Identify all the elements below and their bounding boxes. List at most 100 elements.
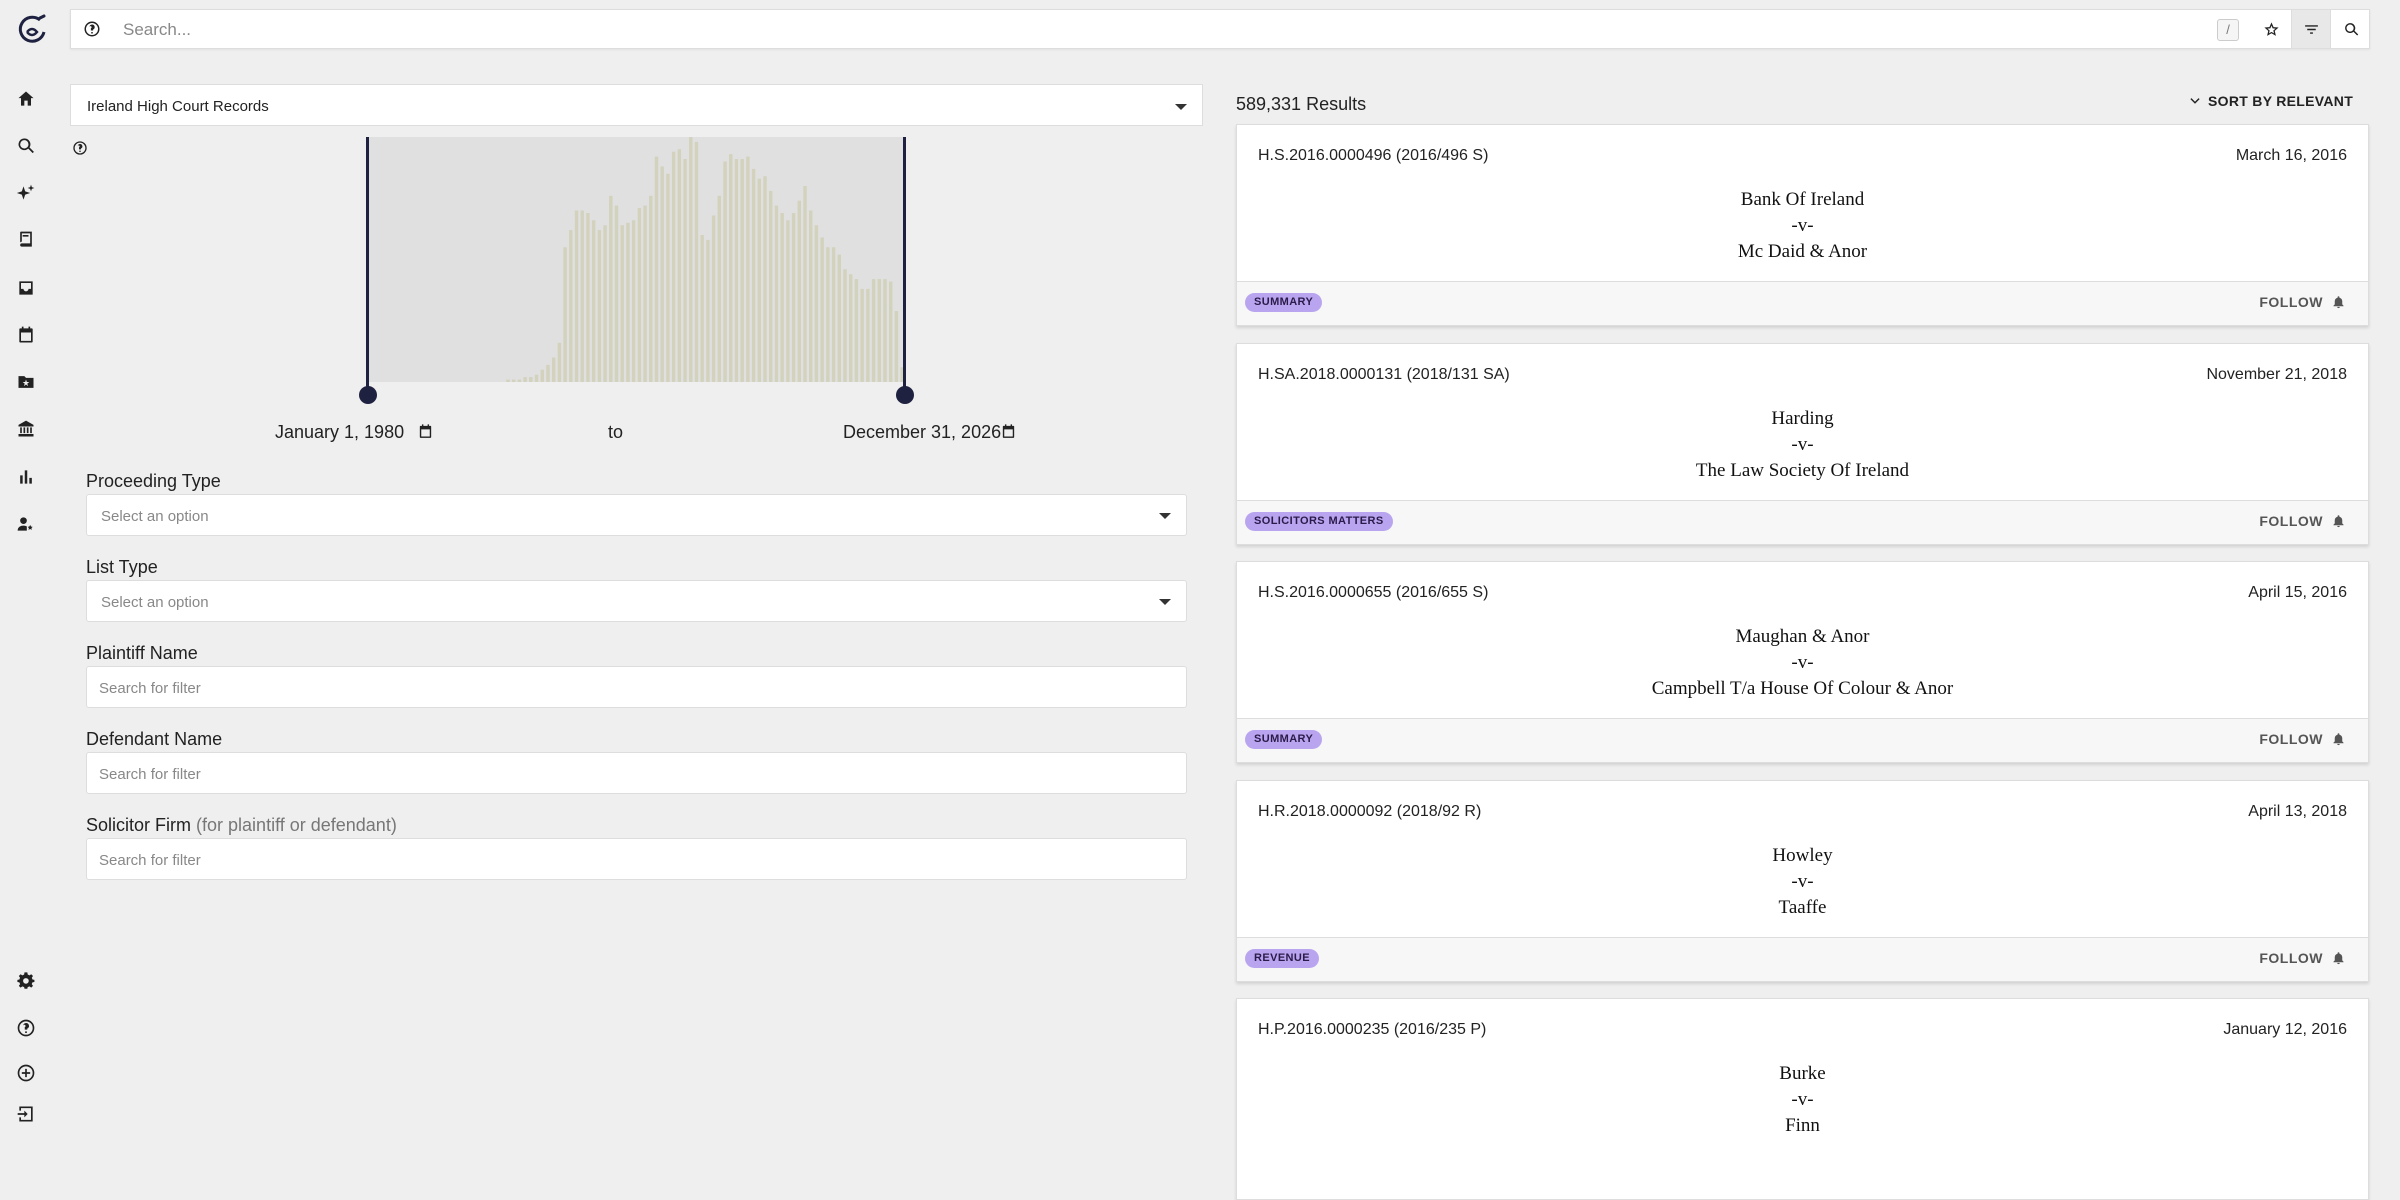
settings-gear-icon[interactable]	[14, 969, 38, 993]
result-card[interactable]: H.P.2016.0000235 (2016/235 P) January 12,…	[1236, 998, 2369, 1200]
case-type-badge: SUMMARY	[1245, 293, 1323, 312]
list-type-placeholder: Select an option	[101, 594, 209, 611]
versus-label: -v-	[1791, 652, 1814, 673]
histogram-bar	[574, 210, 579, 382]
histogram-bar	[889, 281, 893, 382]
case-parties: Harding -v- The Law Society Of Ireland	[1237, 406, 2368, 484]
histogram-bar	[843, 269, 847, 382]
histogram-bar	[511, 379, 516, 382]
versus-label: -v-	[1791, 215, 1814, 236]
plaintiff-name: Burke	[1779, 1063, 1826, 1084]
case-type-badge: REVENUE	[1245, 949, 1319, 968]
plaintiff-name: Maughan & Anor	[1735, 626, 1870, 647]
analytics-chart-icon[interactable]	[14, 465, 38, 489]
star-icon	[2263, 21, 2279, 36]
histogram-bar	[626, 222, 630, 382]
inbox-icon[interactable]	[14, 276, 38, 300]
result-card[interactable]: H.S.2016.0000496 (2016/496 S) March 16, 2…	[1236, 124, 2369, 326]
date-to-calendar-icon[interactable]	[1000, 423, 1017, 440]
case-date: January 12, 2016	[2223, 1021, 2347, 1038]
list-type-select[interactable]: Select an option	[86, 580, 1187, 622]
histogram-bar	[694, 141, 699, 382]
case-type-badge: SUMMARY	[1245, 730, 1323, 749]
histogram-bar	[631, 220, 636, 382]
calendar-icon[interactable]	[14, 323, 38, 347]
histogram-bar	[877, 279, 882, 382]
date-from-input[interactable]: January 1, 1980	[275, 422, 404, 443]
solicitor-firm-label-text: Solicitor Firm	[86, 815, 192, 835]
date-from-calendar-icon[interactable]	[417, 423, 434, 440]
defendant-name-field	[86, 752, 1187, 794]
bell-icon	[2333, 952, 2344, 965]
histogram-bar	[711, 215, 716, 382]
search-help-icon[interactable]	[83, 20, 101, 38]
home-icon[interactable]	[14, 87, 38, 111]
bell-icon	[2333, 733, 2344, 746]
histogram-bar	[683, 159, 687, 382]
search-submit-button[interactable]	[2331, 10, 2371, 48]
card-footer: SOLICITORS MATTERS FOLLOW	[1237, 500, 2368, 544]
sidebar	[0, 0, 52, 1140]
date-to-input[interactable]: December 31, 2026	[843, 422, 1001, 443]
global-search-input[interactable]	[123, 16, 2273, 44]
user-admin-icon[interactable]	[14, 512, 38, 536]
date-range-end-handle[interactable]	[896, 386, 914, 404]
case-reference: H.SA.2018.0000131 (2018/131 SA)	[1258, 366, 1510, 383]
defendant-name: Campbell T/a House Of Colour & Anor	[1651, 678, 1954, 699]
defendant-name: Mc Daid & Anor	[1737, 241, 1868, 262]
versus-label: -v-	[1791, 1089, 1814, 1110]
plaintiff-name-input[interactable]	[99, 675, 1159, 701]
date-range-start-handle[interactable]	[359, 386, 377, 404]
defendant-name-input[interactable]	[99, 761, 1159, 787]
follow-label: FOLLOW	[2259, 950, 2323, 966]
solicitor-firm-label: Solicitor Firm (for plaintiff or defenda…	[86, 815, 397, 836]
filter-toggle-button[interactable]	[2291, 10, 2331, 48]
saved-folder-icon[interactable]	[14, 370, 38, 394]
defendant-name: The Law Society Of Ireland	[1695, 460, 1910, 481]
chevron-down-icon	[1159, 599, 1171, 605]
results-count: 589,331 Results	[1236, 94, 1367, 114]
sort-button[interactable]: SORT BY RELEVANT	[2188, 93, 2354, 113]
follow-button[interactable]: FOLLOW	[2259, 950, 2346, 966]
court-selector-value: Ireland High Court Records	[87, 98, 269, 115]
result-card[interactable]: H.S.2016.0000655 (2016/655 S) April 15, 2…	[1236, 561, 2369, 763]
histogram-bar	[551, 357, 556, 382]
histogram-bar	[763, 176, 767, 382]
add-circle-icon[interactable]	[14, 1061, 38, 1085]
follow-button[interactable]: FOLLOW	[2259, 731, 2346, 747]
histogram-bar	[523, 377, 527, 382]
library-book-icon[interactable]	[14, 228, 38, 252]
court-selector[interactable]: Ireland High Court Records	[70, 84, 1203, 126]
histogram-bar	[894, 310, 899, 382]
histogram-help-icon[interactable]	[72, 140, 88, 156]
histogram-bar	[654, 156, 659, 382]
solicitor-firm-note: (for plaintiff or defendant)	[196, 815, 397, 835]
follow-label: FOLLOW	[2259, 294, 2323, 310]
result-card[interactable]: H.R.2018.0000092 (2018/92 R) April 13, 20…	[1236, 780, 2369, 982]
case-parties: Bank Of Ireland -v- Mc Daid & Anor	[1237, 187, 2368, 265]
date-histogram[interactable]	[368, 137, 905, 382]
favorites-star-button[interactable]	[2251, 10, 2291, 48]
follow-button[interactable]: FOLLOW	[2259, 513, 2346, 529]
histogram-bar	[883, 279, 887, 382]
histogram-bar	[751, 168, 756, 382]
search-icon[interactable]	[14, 134, 38, 158]
logout-icon[interactable]	[14, 1102, 38, 1126]
courthouse-icon[interactable]	[14, 417, 38, 441]
histogram-bar	[791, 212, 796, 382]
magnifier-icon	[2344, 22, 2358, 36]
result-card[interactable]: H.SA.2018.0000131 (2018/131 SA) November …	[1236, 343, 2369, 545]
card-footer: SUMMARY FOLLOW	[1237, 281, 2368, 325]
date-range-end-handle-line[interactable]	[903, 137, 906, 394]
histogram-bar	[689, 137, 693, 382]
follow-button[interactable]: FOLLOW	[2259, 294, 2346, 310]
proceeding-type-select[interactable]: Select an option	[86, 494, 1187, 536]
histogram-bar	[734, 159, 739, 382]
help-circle-icon[interactable]	[14, 1016, 38, 1040]
chevron-down-icon	[1159, 513, 1171, 519]
solicitor-firm-input[interactable]	[99, 847, 1159, 873]
app-logo[interactable]	[14, 12, 50, 48]
ai-sparkle-icon[interactable]	[14, 181, 38, 205]
case-reference: H.R.2018.0000092 (2018/92 R)	[1258, 803, 1482, 820]
date-range-start-handle-line[interactable]	[366, 137, 369, 394]
